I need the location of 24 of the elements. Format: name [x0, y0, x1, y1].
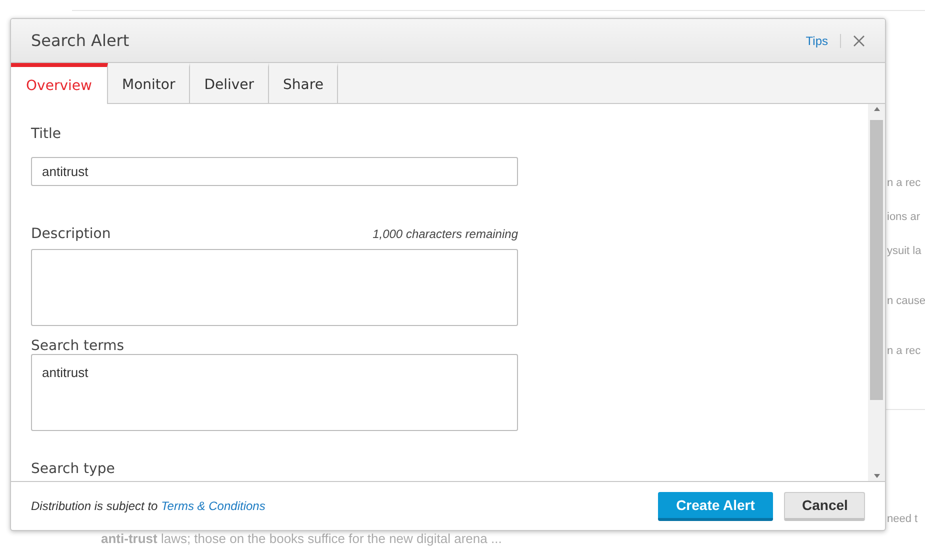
character-counter: 1,000 characters remaining — [372, 227, 518, 241]
background-text: n a rec — [887, 344, 922, 359]
scrollbar[interactable] — [868, 104, 885, 481]
background-text: need t — [887, 512, 918, 527]
field-label: Search type — [31, 461, 116, 477]
tab[interactable]: Overview — [11, 63, 108, 104]
background-text: anti-trust laws; those on the books suffice for the new digital arena ... — [101, 531, 502, 546]
field-label: Title — [31, 126, 62, 142]
tips-link[interactable]: Tips — [806, 34, 828, 48]
scroll-up-icon[interactable] — [874, 107, 880, 111]
text-area[interactable]: antitrust — [31, 354, 518, 431]
cancel-button[interactable]: Cancel — [784, 492, 865, 520]
field-label: Description — [31, 226, 111, 242]
title-input[interactable]: antitrust — [31, 157, 518, 186]
terms-link[interactable]: Terms & Conditions — [161, 499, 266, 513]
terms-notice: Distribution is subject to Terms & Conditions — [31, 499, 266, 513]
background-text: n a rec — [887, 176, 922, 191]
scroll-down-icon[interactable] — [874, 474, 880, 478]
background-text: ions ar — [887, 210, 922, 225]
close-icon[interactable] — [853, 34, 865, 46]
dialog-title: Search Alert — [31, 31, 130, 50]
background-text: n cause — [887, 294, 925, 309]
field-label: Search terms — [31, 338, 124, 354]
background-text: ysuit la — [887, 244, 922, 259]
